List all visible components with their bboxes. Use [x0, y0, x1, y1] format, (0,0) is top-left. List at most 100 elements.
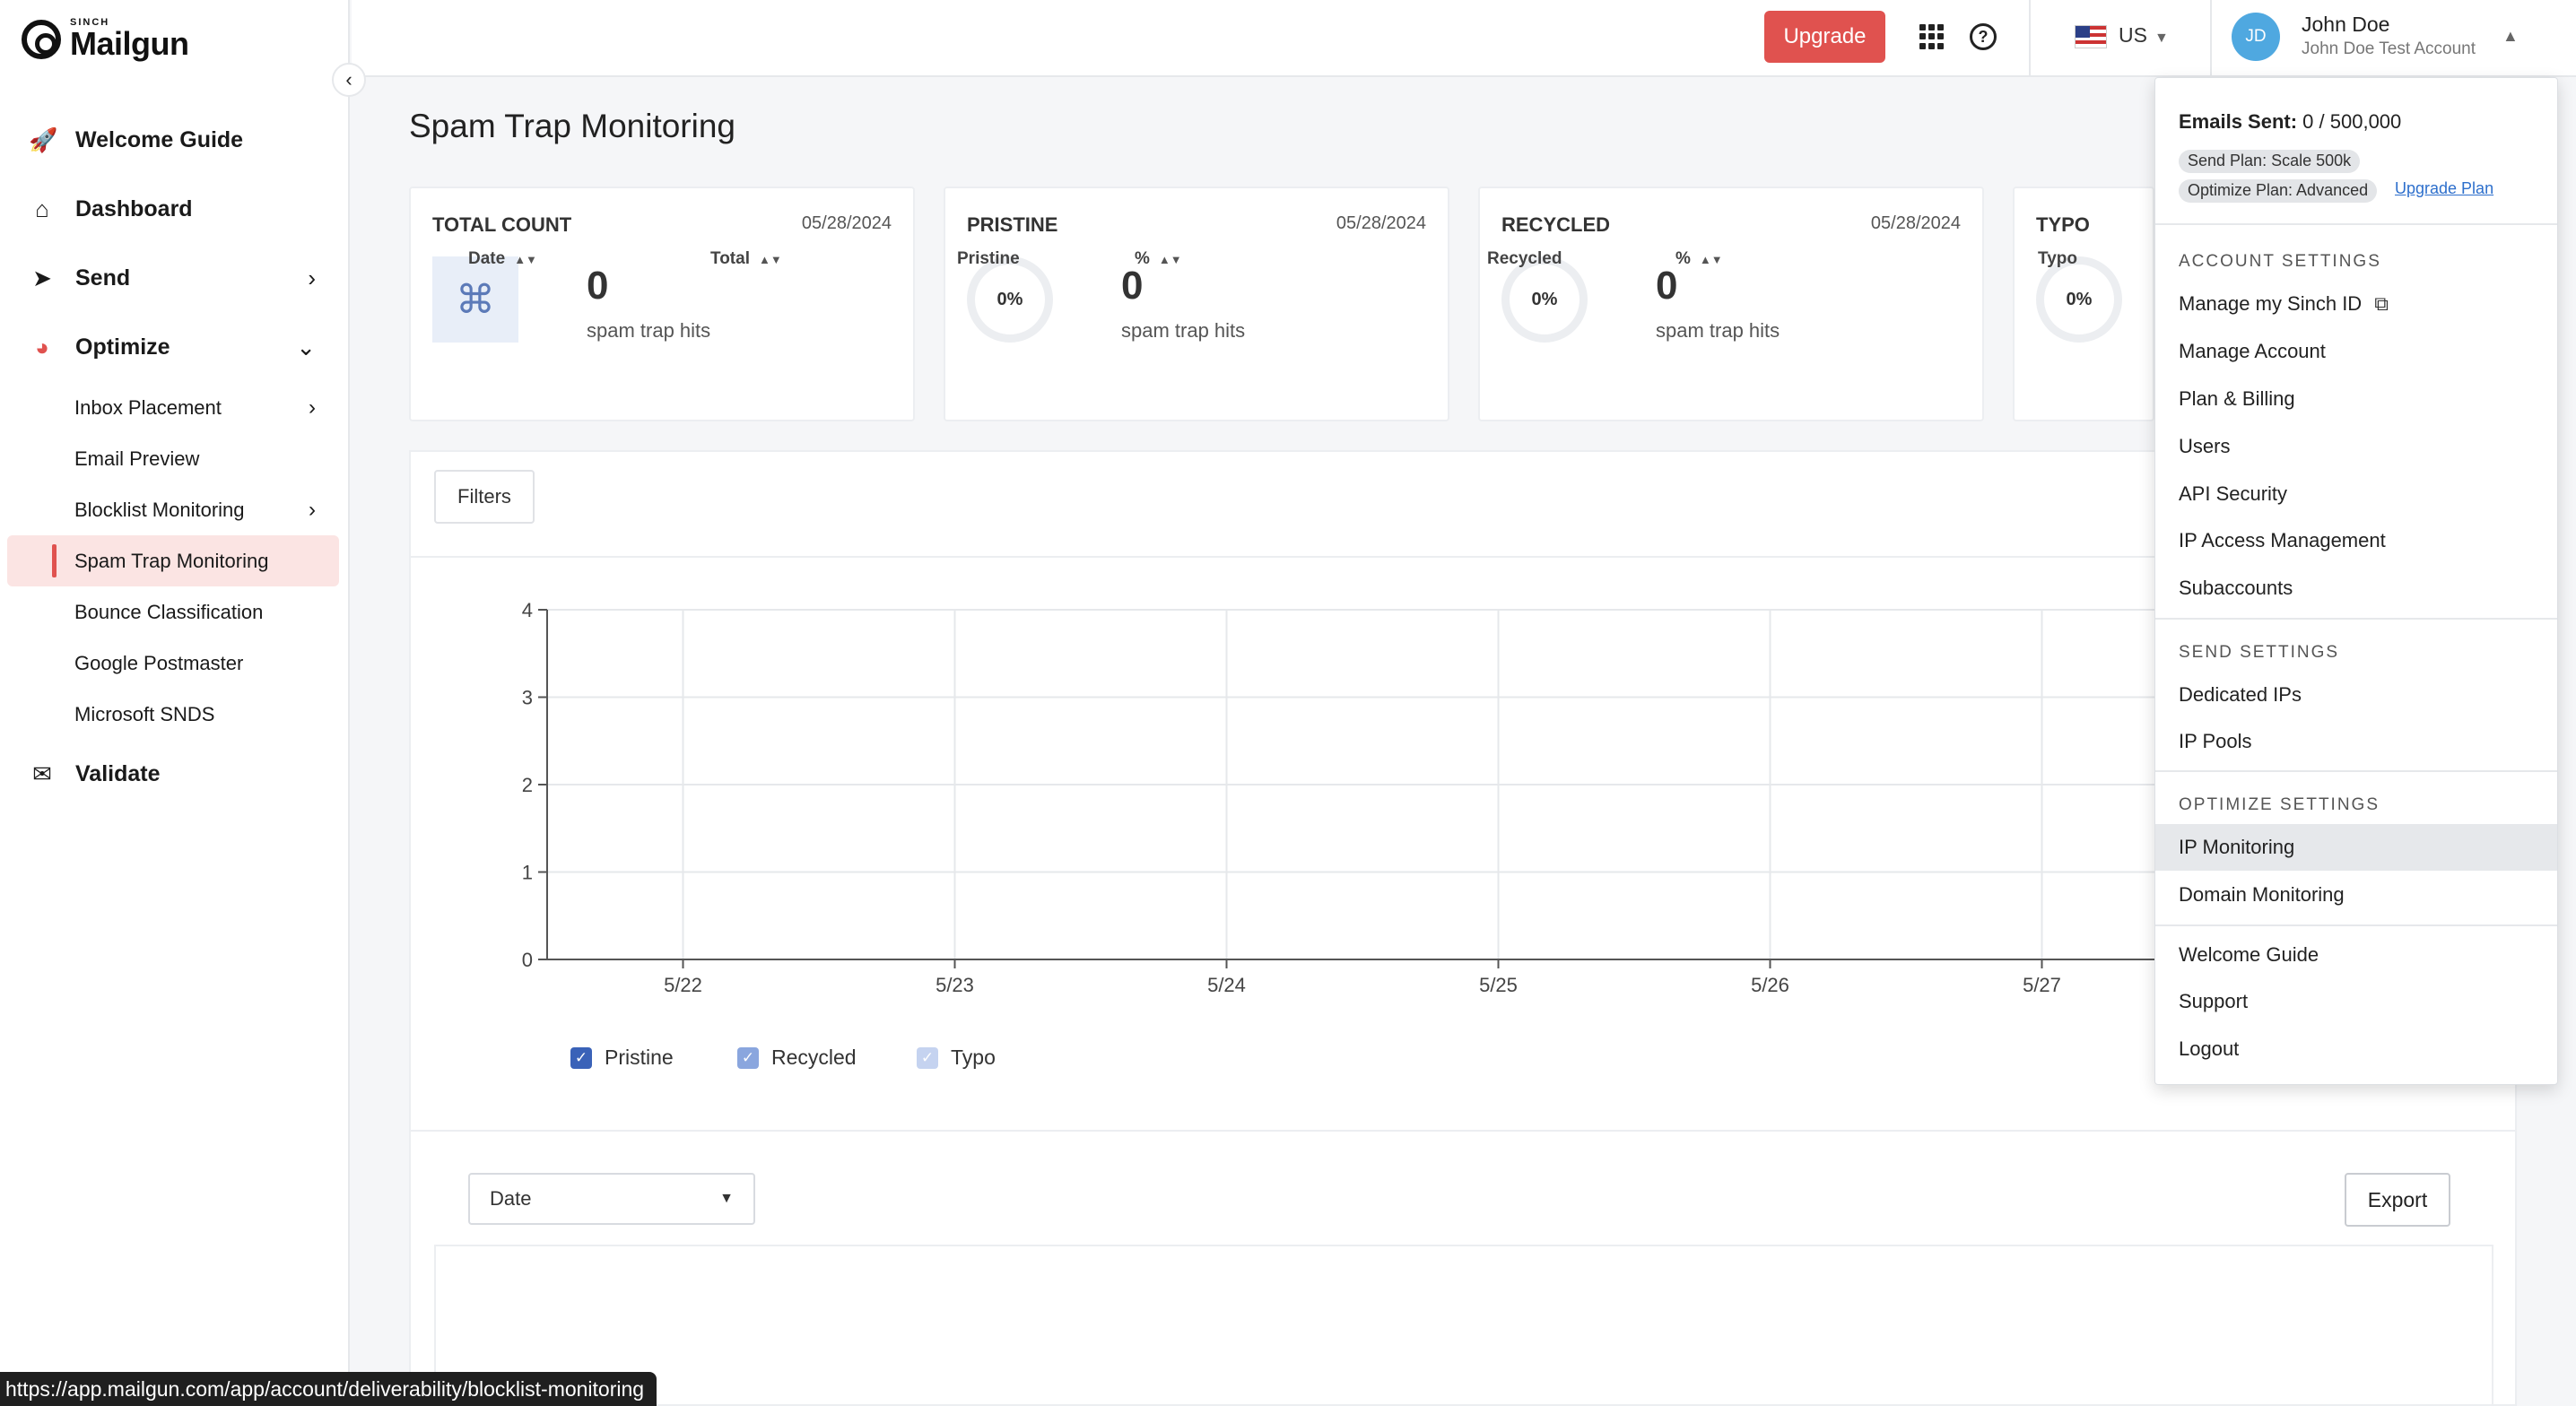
menu-item-welcome-guide[interactable]: Welcome Guide [2155, 932, 2557, 978]
y-tick-label: 2 [522, 774, 533, 796]
pristine-card: PRISTINE 05/28/2024 0% 0 spam trap hits [944, 187, 1449, 421]
group-by-select[interactable]: Date ▼ [468, 1173, 755, 1225]
collapse-sidebar-button[interactable]: ‹ [332, 63, 366, 97]
sidebar-item-label: Bounce Classification [74, 600, 264, 623]
sidebar-item-spam-trap-monitoring[interactable]: Spam Trap Monitoring [7, 535, 339, 586]
menu-item-subaccounts[interactable]: Subaccounts [2155, 565, 2557, 612]
x-tick-label: 5/23 [936, 974, 974, 996]
column-header-pristine-percent[interactable]: % ▲▼ [1135, 249, 1182, 269]
sidebar-item-label: Send [75, 265, 131, 291]
menu-item-logout[interactable]: Logout [2155, 1026, 2557, 1072]
legend-item-pristine[interactable]: ✓ Pristine [570, 1046, 674, 1070]
menu-item-ip-monitoring[interactable]: IP Monitoring [2155, 824, 2557, 871]
menu-item-ip-pools[interactable]: IP Pools [2155, 718, 2557, 765]
user-name[interactable]: John Doe [2302, 13, 2389, 37]
us-flag-icon[interactable] [2075, 25, 2107, 48]
home-icon: ⌂ [35, 195, 49, 222]
menu-item-manage-sinch-id[interactable]: Manage my Sinch ID ⧉ [2155, 281, 2557, 327]
sidebar-item-welcome-guide[interactable]: 🚀 Welcome Guide [0, 106, 350, 175]
sidebar-item-validate[interactable]: ✉ Validate [0, 740, 350, 809]
sort-icon: ▲▼ [1699, 253, 1723, 266]
menu-item-ip-access-management[interactable]: IP Access Management [2155, 517, 2557, 564]
recycled-card: RECYCLED 05/28/2024 0% 0 spam trap hits [1478, 187, 1984, 421]
topbar-divider [2029, 0, 2031, 77]
legend-label: Typo [951, 1046, 996, 1069]
sidebar-item-label: Blocklist Monitoring [74, 498, 245, 521]
menu-item-users[interactable]: Users [2155, 423, 2557, 470]
page-title: Spam Trap Monitoring [409, 108, 736, 144]
sidebar-item-email-preview[interactable]: Email Preview [0, 433, 350, 484]
menu-divider [2155, 223, 2557, 225]
send-plan-badge: Send Plan: Scale 500k [2179, 150, 2361, 173]
sidebar-item-google-postmaster[interactable]: Google Postmaster [0, 638, 350, 689]
caret-down-icon: ▼ [2154, 30, 2169, 46]
account-dropdown-menu: Emails Sent: 0 / 500,000 Send Plan: Scal… [2154, 77, 2558, 1085]
menu-item-dedicated-ips[interactable]: Dedicated IPs [2155, 672, 2557, 718]
sidebar-item-optimize[interactable]: ◕ Optimize ⌄ [0, 313, 350, 382]
region-selector[interactable]: US ▼ [2119, 23, 2169, 48]
sidebar-item-inbox-placement[interactable]: Inbox Placement › [0, 382, 350, 433]
sidebar-item-dashboard[interactable]: ⌂ Dashboard [0, 175, 350, 244]
sidebar-item-bounce-classification[interactable]: Bounce Classification [0, 586, 350, 638]
sidebar-item-label: Validate [75, 761, 161, 786]
user-account-name[interactable]: John Doe Test Account [2302, 39, 2476, 59]
emails-sent-summary: Emails Sent: 0 / 500,000 [2179, 110, 2402, 133]
card-date: 05/28/2024 [801, 213, 892, 233]
rocket-icon: 🚀 [29, 126, 58, 153]
menu-item-domain-monitoring[interactable]: Domain Monitoring [2155, 872, 2557, 918]
column-header-date[interactable]: Date ▲▼ [468, 249, 537, 269]
table-panel: Date ▼ Export [409, 1132, 2517, 1406]
y-tick-label: 1 [522, 862, 533, 884]
menu-divider [2155, 770, 2557, 772]
percent-donut: 0% [2036, 256, 2122, 343]
upgrade-plan-link[interactable]: Upgrade Plan [2395, 179, 2493, 198]
mailgun-logo-icon [22, 19, 61, 59]
upgrade-button[interactable]: Upgrade [1764, 11, 1885, 63]
card-value: 0 [587, 264, 609, 308]
logo-name-text: Mailgun [70, 25, 189, 62]
x-tick-label: 5/26 [1751, 974, 1789, 996]
help-icon[interactable]: ? [1970, 23, 1997, 50]
card-title: RECYCLED [1501, 213, 1611, 236]
checkbox-checked-icon[interactable]: ✓ [737, 1046, 759, 1069]
legend-label: Recycled [771, 1046, 857, 1069]
caret-down-icon: ▼ [719, 1191, 734, 1206]
status-bar-url: https://app.mailgun.com/app/account/deli… [0, 1372, 657, 1406]
sidebar-item-label: Dashboard [75, 196, 193, 221]
legend-item-typo[interactable]: ✓ Typo [917, 1046, 996, 1070]
avatar[interactable]: JD [2232, 13, 2280, 61]
percent-donut: 0% [1501, 256, 1588, 343]
x-tick-label: 5/25 [1479, 974, 1518, 996]
sidebar-item-send[interactable]: ➤ Send › [0, 244, 350, 313]
sidebar-item-label: Spam Trap Monitoring [74, 549, 269, 572]
legend-item-recycled[interactable]: ✓ Recycled [737, 1046, 857, 1070]
menu-item-plan-billing[interactable]: Plan & Billing [2155, 376, 2557, 422]
card-title: PRISTINE [967, 213, 1058, 236]
sort-icon: ▲▼ [514, 253, 537, 266]
column-header-pristine: Pristine [957, 249, 1020, 268]
y-tick-label: 3 [522, 687, 533, 709]
menu-item-support[interactable]: Support [2155, 978, 2557, 1025]
mailgun-logo[interactable]: SINCH Mailgun [22, 18, 189, 62]
validate-icon: ✉ [32, 760, 52, 787]
x-tick-label: 5/22 [664, 974, 702, 996]
menu-item-manage-account[interactable]: Manage Account [2155, 328, 2557, 375]
column-header-recycled-percent[interactable]: % ▲▼ [1675, 249, 1723, 269]
optimize-plan-badge: Optimize Plan: Advanced [2179, 179, 2378, 203]
column-header-typo: Typo [2038, 249, 2077, 268]
apps-grid-icon[interactable] [1919, 24, 1945, 49]
send-icon: ➤ [32, 265, 52, 291]
chevron-right-icon: › [309, 395, 316, 420]
export-button[interactable]: Export [2345, 1173, 2450, 1227]
menu-item-api-security[interactable]: API Security [2155, 471, 2557, 517]
sidebar-item-microsoft-snds[interactable]: Microsoft SNDS [0, 689, 350, 740]
external-link-icon: ⧉ [2374, 292, 2389, 315]
checkbox-checked-icon[interactable]: ✓ [917, 1046, 938, 1069]
column-header-total[interactable]: Total ▲▼ [710, 249, 782, 269]
sidebar-item-blocklist-monitoring[interactable]: Blocklist Monitoring › [0, 484, 350, 535]
caret-up-icon[interactable]: ▲ [2502, 27, 2519, 46]
checkbox-checked-icon[interactable]: ✓ [570, 1046, 592, 1069]
card-title: TYPO [2036, 213, 2090, 236]
table-container [434, 1245, 2493, 1406]
optimize-icon: ◕ [35, 334, 49, 360]
